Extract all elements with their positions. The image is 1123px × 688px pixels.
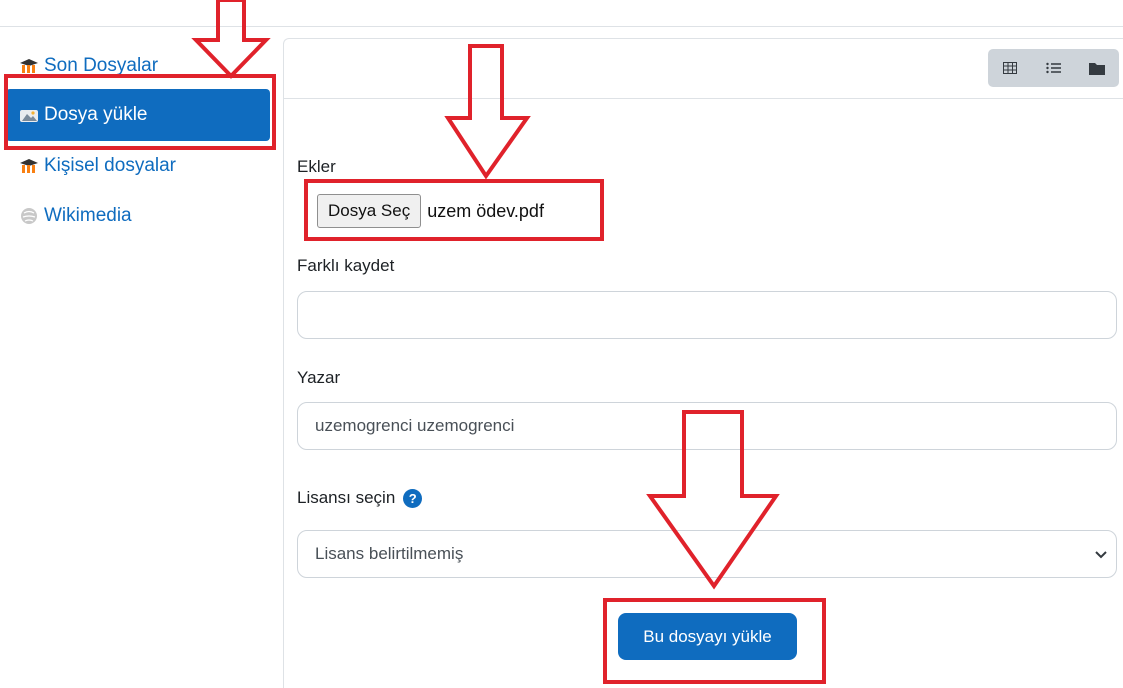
sidebar-item-wikimedia[interactable]: Wikimedia — [6, 190, 270, 242]
view-toggle-group — [988, 49, 1119, 87]
sidebar-item-label: Wikimedia — [44, 205, 132, 226]
help-icon[interactable]: ? — [403, 489, 423, 509]
annotation-box-file-chooser — [304, 179, 604, 241]
sidebar-item-label: Kişisel dosyalar — [44, 155, 176, 176]
annotation-arrow-upload — [646, 410, 780, 590]
annotation-arrow-file — [444, 44, 531, 180]
chevron-down-icon — [1094, 546, 1108, 566]
wikimedia-icon — [18, 207, 40, 225]
top-divider — [0, 26, 1123, 27]
license-label-row: Lisansı seçin? — [297, 488, 423, 509]
annotation-box-upload-tab — [4, 74, 276, 150]
annotation-arrow-sidebar — [191, 0, 271, 79]
panel-header-divider — [283, 98, 1123, 99]
author-label: Yazar — [297, 368, 341, 387]
attachments-label: Ekler — [297, 157, 336, 176]
grid-view-icon[interactable] — [988, 49, 1032, 87]
moodle-icon — [18, 157, 40, 175]
file-picker-panel — [283, 38, 1123, 688]
license-label: Lisansı seçin — [297, 488, 396, 507]
folder-view-icon[interactable] — [1075, 49, 1119, 87]
list-view-icon[interactable] — [1032, 49, 1076, 87]
license-selected-value: Lisans belirtilmemiş — [315, 544, 464, 563]
save-as-input[interactable] — [297, 291, 1117, 339]
annotation-box-upload-button — [603, 598, 826, 684]
save-as-label: Farklı kaydet — [297, 256, 395, 275]
moodle-icon — [18, 57, 40, 75]
